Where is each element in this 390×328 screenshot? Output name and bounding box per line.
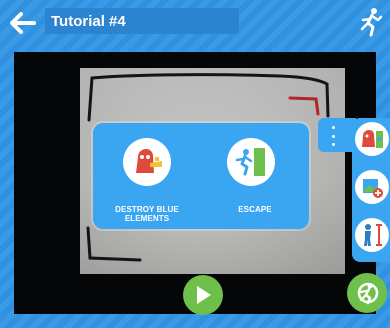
escape-option[interactable]: ESCAPE — [201, 123, 309, 229]
resize-person-button[interactable] — [355, 218, 389, 252]
resize-person-icon — [364, 224, 382, 246]
level-title-box: Tutorial #4 — [45, 8, 239, 34]
monster-flee-icon — [362, 130, 383, 148]
play-mode-button[interactable] — [358, 5, 384, 39]
element-type-popup: DESTROY BLUE ELEMENTS ESCAPE — [93, 123, 309, 229]
add-image-button[interactable] — [355, 170, 389, 204]
running-figure-icon — [360, 8, 383, 37]
add-image-icon — [363, 179, 383, 198]
panel-handle — [318, 118, 356, 152]
escape-option-label: ESCAPE — [238, 205, 272, 214]
monster-shoot-icon — [123, 138, 171, 186]
play-icon — [197, 286, 211, 304]
more-vertical-icon[interactable] — [328, 126, 338, 146]
monster-tool-button[interactable] — [355, 122, 389, 156]
app-frame: Tutorial #4 DESTROY BLUE ELEMENTS ESCAPE — [0, 0, 390, 328]
arrow-left-icon — [10, 12, 36, 34]
top-bar: Tutorial #4 — [0, 0, 390, 48]
exit-run-icon — [357, 282, 379, 305]
tool-column — [352, 118, 390, 262]
play-button[interactable] — [183, 275, 223, 315]
element-tools-panel — [318, 118, 390, 262]
back-button[interactable] — [6, 6, 40, 40]
destroy-option-label: DESTROY BLUE ELEMENTS — [115, 205, 179, 223]
exit-door-running-icon — [227, 138, 275, 186]
exit-button[interactable] — [347, 273, 387, 313]
page-title: Tutorial #4 — [51, 12, 126, 30]
destroy-blue-elements-option[interactable]: DESTROY BLUE ELEMENTS — [93, 123, 201, 229]
